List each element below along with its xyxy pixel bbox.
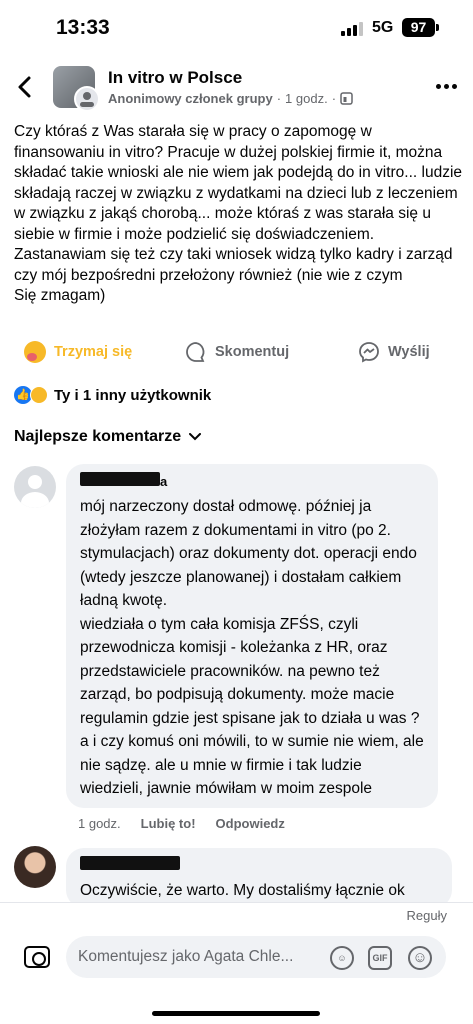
group-name[interactable]: In vitro w Polsce [108, 68, 242, 88]
comment-author[interactable]: a [80, 472, 424, 491]
battery-level: 97 [410, 19, 427, 35]
commenter-avatar[interactable] [14, 846, 56, 888]
comment-text: Oczywiście, że warto. My dostaliśmy łącz… [80, 882, 405, 899]
anonymous-member-icon [74, 86, 100, 112]
post-meta: Anonimowy członek grupy · 1 godz. · [108, 91, 353, 106]
gif-icon[interactable]: GIF [368, 946, 392, 970]
emoji-icon[interactable]: ☺ [408, 946, 432, 970]
post-header: In vitro w Polsce Anonimowy członek grup… [0, 62, 473, 112]
react-button[interactable]: Trzymaj się [24, 334, 132, 370]
status-bar: 13:33 5G 97 [0, 0, 473, 52]
group-privacy-icon [340, 92, 353, 105]
home-indicator [152, 1011, 320, 1016]
camera-icon[interactable] [24, 946, 50, 968]
more-options-icon[interactable] [436, 84, 457, 89]
post-body: Czy któraś z Was starała się w pracy o z… [14, 122, 462, 307]
post-time[interactable]: 1 godz. [285, 91, 328, 106]
post-author: Anonimowy członek grupy [108, 91, 273, 106]
post-text: Czy któraś z Was starała się w pracy o z… [14, 123, 463, 304]
commenter-avatar[interactable] [14, 466, 56, 508]
redacted-name [80, 472, 160, 486]
post-actions: Trzymaj się Skomentuj Wyślij [0, 334, 473, 370]
reactions-summary[interactable]: 👍 Ty i 1 inny użytkownik [14, 384, 211, 406]
care-reaction-icon [24, 341, 46, 363]
like-comment-button[interactable]: Lubię to! [141, 816, 196, 831]
care-reaction-icon [30, 386, 48, 404]
battery-tip [436, 24, 439, 31]
react-label: Trzymaj się [54, 344, 133, 360]
messenger-icon [359, 342, 379, 363]
reply-button[interactable]: Odpowiedz [216, 816, 285, 831]
comment-bubble: a mój narzeczony dostał odmowę. później … [66, 464, 438, 808]
author-suffix: a [160, 474, 168, 489]
group-rules-link[interactable]: Reguły [407, 908, 447, 923]
comments-sort-dropdown[interactable]: Najlepsze komentarze [14, 428, 202, 446]
comment-author[interactable] [80, 856, 438, 875]
back-arrow-icon[interactable] [14, 75, 36, 99]
cellular-signal-icon [341, 21, 363, 36]
comment-meta: 1 godz. Lubię to! Odpowiedz [78, 816, 285, 831]
comment-icon [186, 342, 205, 362]
comment-bubble: Oczywiście, że warto. My dostaliśmy łącz… [66, 848, 452, 908]
meta-separator: · [276, 91, 282, 106]
comment-button[interactable]: Skomentuj [185, 334, 289, 370]
status-time: 13:33 [56, 16, 110, 39]
gif-label: GIF [372, 953, 388, 963]
share-label: Wyślij [388, 344, 430, 360]
network-type: 5G [372, 19, 394, 36]
battery-icon: 97 [402, 18, 435, 37]
comments-sort-label: Najlepsze komentarze [14, 428, 182, 445]
reactions-text: Ty i 1 inny użytkownik [54, 386, 212, 404]
redacted-name [80, 856, 180, 870]
comment-text: mój narzeczony dostał odmowę. później ja… [80, 498, 424, 797]
comment-time: 1 godz. [78, 816, 121, 831]
meta-separator: · [331, 91, 337, 106]
comment-label: Skomentuj [215, 344, 290, 360]
sticker-icon[interactable]: ☺ [330, 946, 354, 970]
share-button[interactable]: Wyślij [358, 334, 430, 370]
chevron-down-icon [189, 433, 202, 441]
